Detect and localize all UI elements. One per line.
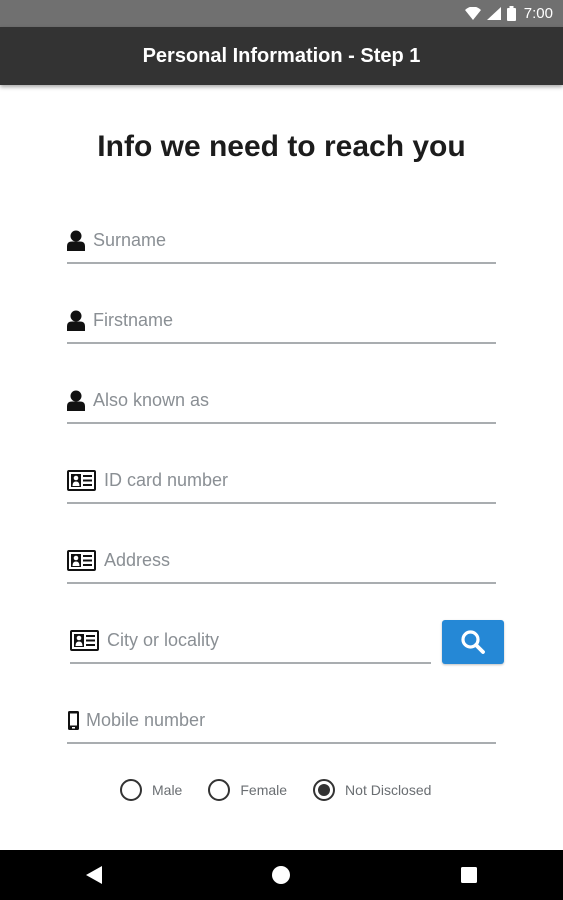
status-icons (464, 6, 516, 21)
radio-label-not-disclosed: Not Disclosed (345, 782, 432, 798)
cell-signal-icon (486, 7, 501, 20)
surname-input[interactable] (93, 225, 496, 255)
back-button[interactable] (64, 850, 124, 900)
recents-square-icon (461, 867, 478, 883)
mobile-phone-icon (68, 710, 79, 730)
search-icon (461, 630, 485, 654)
battery-icon (506, 6, 516, 21)
app-bar-title: Personal Information - Step 1 (142, 44, 421, 67)
home-circle-icon (272, 866, 291, 884)
back-triangle-icon (85, 866, 102, 884)
app-bar: Personal Information - Step 1 (0, 27, 563, 85)
mobile-field[interactable] (67, 698, 496, 744)
status-bar: 7:00 (0, 0, 563, 27)
person-icon (67, 310, 85, 331)
mobile-input[interactable] (86, 705, 496, 735)
home-button[interactable] (251, 850, 311, 900)
form-heading: Info we need to reach you (97, 130, 466, 163)
radio-label-male: Male (152, 782, 183, 798)
navigation-bar (0, 850, 563, 900)
id-card-icon (70, 629, 99, 651)
city-input[interactable] (107, 625, 431, 655)
address-input[interactable] (104, 545, 496, 575)
radio-not-disclosed[interactable]: Not Disclosed (313, 779, 431, 801)
city-search-button[interactable] (442, 620, 504, 664)
radio-button-not-disclosed[interactable] (313, 779, 336, 801)
id-card-input[interactable] (104, 465, 496, 495)
city-field[interactable] (70, 618, 431, 664)
radio-selected-dot (318, 784, 331, 796)
surname-field[interactable] (67, 218, 496, 264)
radio-label-female: Female (240, 782, 288, 798)
status-time: 7:00 (523, 5, 553, 22)
address-field[interactable] (67, 538, 496, 584)
id-card-icon (67, 469, 96, 491)
person-icon (67, 230, 85, 251)
radio-button-male[interactable] (120, 779, 142, 801)
wifi-icon (464, 7, 481, 20)
radio-male[interactable]: Male (120, 779, 182, 801)
recents-button[interactable] (439, 850, 499, 900)
radio-female[interactable]: Female (208, 779, 287, 801)
id-card-field[interactable] (67, 458, 496, 504)
alias-field[interactable] (67, 378, 496, 424)
radio-button-female[interactable] (208, 779, 231, 801)
firstname-field[interactable] (67, 298, 496, 344)
firstname-input[interactable] (93, 305, 496, 335)
id-card-icon (67, 549, 96, 571)
gender-radio-group: Male Female Not Disclosed (120, 775, 457, 805)
person-icon (67, 390, 85, 411)
alias-input[interactable] (93, 385, 496, 415)
